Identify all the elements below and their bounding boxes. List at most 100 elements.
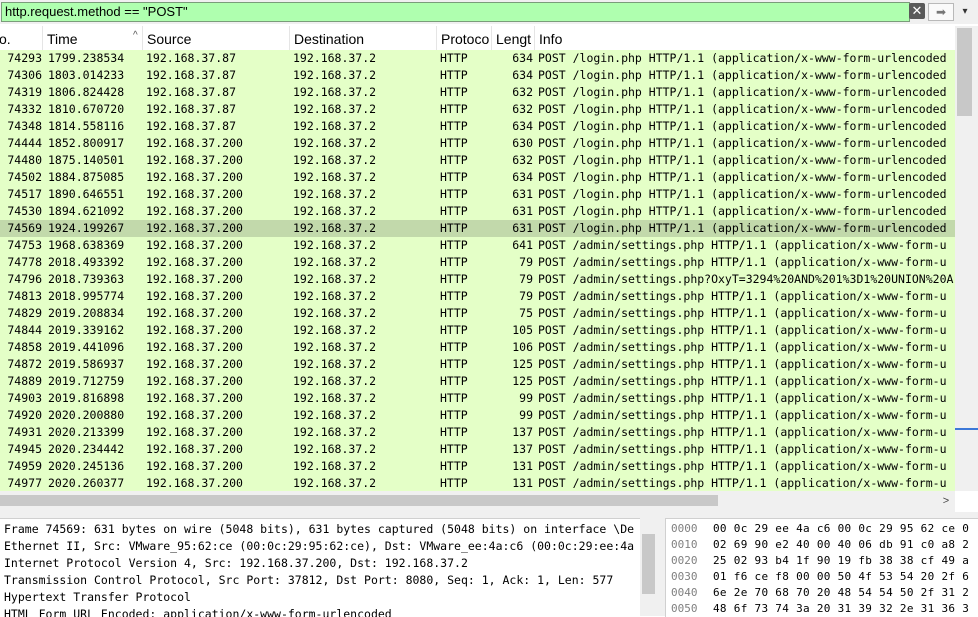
packet-protocol: HTTP [440,408,468,422]
packet-list-horizontal-scrollbar[interactable]: > [0,491,955,512]
packet-destination: 192.168.37.2 [293,391,377,405]
packet-destination: 192.168.37.2 [293,323,377,337]
packet-row[interactable]: 74480 1875.140501 192.168.37.200 192.168.37… [0,152,955,169]
packet-source: 192.168.37.87 [146,85,237,99]
packet-info: POST /login.php HTTP/1.1 (application/x-… [538,119,947,133]
packet-no: 74502 [7,170,42,184]
detail-tree-item[interactable]: Ethernet II, Src: VMware_95:62:ce (00:0c… [4,538,634,555]
hex-dump-row[interactable]: 0000 00 0c 29 ee 4a c6 00 0c 29 95 62 ce … [666,521,978,537]
packet-info: POST /admin/settings.php HTTP/1.1 (appli… [538,306,947,320]
display-filter-input[interactable]: http.request.method == "POST" [1,2,910,22]
packet-row[interactable]: 74977 2020.260377 192.168.37.200 192.168.37… [0,475,955,491]
apply-filter-icon[interactable]: ➡ [928,3,954,21]
packet-time: 2019.712759 [48,374,125,388]
packet-info: POST /admin/settings.php HTTP/1.1 (appli… [538,238,947,252]
packet-length: 137 [512,442,533,456]
details-scrollbar-thumb[interactable] [642,534,655,594]
packet-info: POST /login.php HTTP/1.1 (application/x-… [538,187,947,201]
packet-time: 1799.238534 [48,51,125,65]
clear-filter-icon[interactable]: ✕ [909,3,925,19]
packet-length: 632 [512,102,533,116]
hex-dump-row[interactable]: 0050 48 6f 73 74 3a 20 31 39 32 2e 31 36 … [666,601,978,617]
packet-source: 192.168.37.200 [146,374,243,388]
packet-time: 2020.260377 [48,476,125,490]
column-header-no[interactable]: o. [0,26,43,50]
packet-row[interactable]: 74332 1810.670720 192.168.37.87 192.168.37.… [0,101,955,118]
packet-row[interactable]: 74306 1803.014233 192.168.37.87 192.168.37.… [0,67,955,84]
hex-dump-row[interactable]: 0040 6e 2e 70 68 70 20 48 54 54 50 2f 31 … [666,585,978,601]
packet-info: POST /login.php HTTP/1.1 (application/x-… [538,85,947,99]
column-header-protocol[interactable]: Protoco [437,26,492,50]
packet-row[interactable]: 74796 2018.739363 192.168.37.200 192.168.37… [0,271,955,288]
detail-tree-item[interactable]: Hypertext Transfer Protocol [4,589,191,606]
packet-row[interactable]: 74530 1894.621092 192.168.37.200 192.168.37… [0,203,955,220]
selected-packet-minimap-marker [955,428,978,430]
packet-row[interactable]: 74844 2019.339162 192.168.37.200 192.168.37… [0,322,955,339]
packet-row[interactable]: 74872 2019.586937 192.168.37.200 192.168.37… [0,356,955,373]
packet-row[interactable]: 74931 2020.213399 192.168.37.200 192.168.37… [0,424,955,441]
pane-divider[interactable] [657,518,665,616]
column-header-info[interactable]: Info [535,26,955,50]
packet-bytes-pane: 0000 00 0c 29 ee 4a c6 00 0c 29 95 62 ce … [665,518,978,617]
packet-destination: 192.168.37.2 [293,272,377,286]
packet-length: 125 [512,374,533,388]
packet-row[interactable]: 74444 1852.800917 192.168.37.200 192.168.37… [0,135,955,152]
horizontal-scrollbar-thumb[interactable] [0,495,718,506]
packet-row[interactable]: 74889 2019.712759 192.168.37.200 192.168.37… [0,373,955,390]
packet-row[interactable]: 74778 2018.493392 192.168.37.200 192.168.37… [0,254,955,271]
packet-info: POST /login.php HTTP/1.1 (application/x-… [538,51,947,65]
hex-dump-row[interactable]: 0010 02 69 90 e2 40 00 40 06 db 91 c0 a8 … [666,537,978,553]
column-header-time[interactable]: Time ^ [43,26,143,50]
packet-row[interactable]: 74753 1968.638369 192.168.37.200 192.168.37… [0,237,955,254]
packet-row[interactable]: 74348 1814.558116 192.168.37.87 192.168.37.… [0,118,955,135]
packet-row[interactable]: 74502 1884.875085 192.168.37.200 192.168.37… [0,169,955,186]
packet-no: 74903 [7,391,42,405]
packet-row[interactable]: 74858 2019.441096 192.168.37.200 192.168.37… [0,339,955,356]
hex-dump-row[interactable]: 0020 25 02 93 b4 1f 90 19 fb 38 38 cf 49 … [666,553,978,569]
hex-dump-row[interactable]: 0030 01 f6 ce f8 00 00 50 4f 53 54 20 2f … [666,569,978,585]
packet-row-selected[interactable]: 74569 1924.199267 192.168.37.200 192.168.37… [0,220,955,237]
scroll-right-icon[interactable]: > [938,491,954,512]
packet-destination: 192.168.37.2 [293,170,377,184]
packet-length: 632 [512,85,533,99]
packet-time: 2018.995774 [48,289,125,303]
hex-bytes: 25 02 93 b4 1f 90 19 fb 38 38 cf 49 a [713,554,970,567]
packet-time: 2020.213399 [48,425,125,439]
vertical-scrollbar-thumb[interactable] [957,28,972,116]
details-vertical-scrollbar[interactable] [640,518,657,616]
packet-length: 631 [512,221,533,235]
packet-info: POST /login.php HTTP/1.1 (application/x-… [538,68,947,82]
detail-tree-item[interactable]: Transmission Control Protocol, Src Port:… [4,572,613,589]
detail-tree-item[interactable]: Internet Protocol Version 4, Src: 192.16… [4,555,468,572]
column-header-source[interactable]: Source [143,26,290,50]
detail-tree-item[interactable]: Frame 74569: 631 bytes on wire (5048 bit… [4,521,634,538]
packet-row[interactable]: 74813 2018.995774 192.168.37.200 192.168.37… [0,288,955,305]
packet-info: POST /admin/settings.php HTTP/1.1 (appli… [538,459,947,473]
packet-row[interactable]: 74945 2020.234442 192.168.37.200 192.168.37… [0,441,955,458]
packet-time: 2019.586937 [48,357,125,371]
column-header-length[interactable]: Lengt [492,26,535,50]
packet-row[interactable]: 74319 1806.824428 192.168.37.87 192.168.37.… [0,84,955,101]
column-header-destination[interactable]: Destination [290,26,437,50]
packet-row[interactable]: 74293 1799.238534 192.168.37.87 192.168.37.… [0,50,955,67]
packet-protocol: HTTP [440,119,468,133]
packet-protocol: HTTP [440,102,468,116]
packet-row[interactable]: 74959 2020.245136 192.168.37.200 192.168.37… [0,458,955,475]
packet-no: 74931 [7,425,42,439]
packet-row[interactable]: 74517 1890.646551 192.168.37.200 192.168.37… [0,186,955,203]
packet-destination: 192.168.37.2 [293,85,377,99]
packet-info: POST /admin/settings.php HTTP/1.1 (appli… [538,408,947,422]
packet-length: 99 [519,391,533,405]
packet-list[interactable]: 74293 1799.238534 192.168.37.87 192.168.37.… [0,50,955,491]
packet-row[interactable]: 74920 2020.200880 192.168.37.200 192.168.37… [0,407,955,424]
packet-destination: 192.168.37.2 [293,476,377,490]
hex-bytes: 48 6f 73 74 3a 20 31 39 32 2e 31 36 3 [713,602,970,615]
packet-row[interactable]: 74903 2019.816898 192.168.37.200 192.168.37… [0,390,955,407]
packet-protocol: HTTP [440,170,468,184]
filter-dropdown-icon[interactable]: ▾ [957,3,973,21]
packet-list-vertical-scrollbar[interactable] [955,26,978,491]
detail-tree-item[interactable]: HTML Form URL Encoded: application/x-www… [4,606,392,617]
packet-no: 74306 [7,68,42,82]
packet-row[interactable]: 74829 2019.208834 192.168.37.200 192.168.37… [0,305,955,322]
packet-source: 192.168.37.200 [146,408,243,422]
